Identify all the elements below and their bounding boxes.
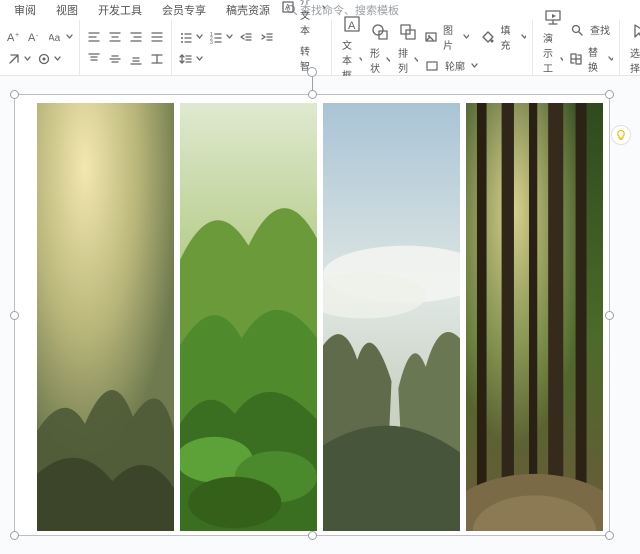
resize-handle-tl[interactable] [10,90,19,99]
chevron-down-icon [322,4,325,11]
fill-icon [481,29,495,45]
image-pane-3[interactable] [323,103,460,531]
image-pane-2[interactable] [180,103,317,531]
shape-button[interactable]: 形状 [366,21,394,75]
align-bottom-button[interactable] [128,51,144,67]
find-icon [569,22,585,38]
align-text-icon: A [281,0,295,15]
select-label: 选择 [630,45,640,75]
slide-canvas[interactable] [0,76,640,554]
outline-button[interactable]: 轮廓 [445,58,465,73]
find-button[interactable]: 查找 [590,22,610,37]
svg-text:A: A [348,20,356,32]
group-select: 选择 [620,20,640,75]
align-justify-button[interactable] [149,29,165,45]
align-center-button[interactable] [107,29,123,45]
selected-object-frame[interactable] [14,94,610,536]
decrease-indent-button[interactable] [238,29,254,45]
numbering-button[interactable]: 123 [208,29,233,45]
tab-gaoke[interactable]: 稿壳资源 [216,2,280,18]
align-left-button[interactable] [86,29,102,45]
clear-format-button[interactable] [6,51,31,67]
shape-label: 形状 [370,45,383,75]
tab-review[interactable]: 审阅 [4,2,46,18]
textbox-button[interactable]: A 文本框 [338,13,366,82]
chevron-down-icon [608,55,613,62]
resize-handle-tm[interactable] [308,90,317,99]
outline-icon [424,58,440,74]
image-pane-1[interactable] [37,103,174,531]
rotation-handle[interactable] [307,67,317,77]
resize-handle-bl[interactable] [10,531,19,540]
align-middle-button[interactable] [107,51,123,67]
chevron-down-icon [463,33,468,40]
svg-text:A: A [285,3,291,12]
svg-text:3: 3 [210,40,213,44]
increase-indent-button[interactable] [259,29,275,45]
group-tools: 演示工具 查找 替换 [533,20,620,75]
image-pane-4[interactable] [466,103,603,531]
fill-button[interactable]: 填充 [500,22,514,52]
lightbulb-icon [615,129,627,141]
svg-text:A: A [28,32,36,44]
image-icon [424,29,438,45]
replace-button[interactable]: 替换 [588,44,602,74]
resize-handle-mr[interactable] [605,311,614,320]
smart-suggestion-button[interactable] [611,125,631,145]
ribbon: A+ A- Aa [0,20,640,76]
svg-text:Aa: Aa [49,33,61,44]
resize-handle-ml[interactable] [10,311,19,320]
svg-text:A: A [7,32,15,44]
align-text-button[interactable]: 对齐文本 [300,0,316,37]
resize-handle-br[interactable] [605,531,614,540]
chevron-down-icon [521,33,526,40]
rotation-stem [312,77,313,91]
group-insert: A 文本框 形状 排列 图片 填充 轮廓 [332,20,533,75]
align-top-button[interactable] [86,51,102,67]
distribute-button[interactable] [149,51,165,67]
arrange-label: 排列 [398,45,411,75]
replace-icon [569,51,583,67]
align-right-button[interactable] [128,29,144,45]
bullets-button[interactable] [178,29,203,45]
image-button[interactable]: 图片 [443,22,457,52]
tab-member[interactable]: 会员专享 [152,2,216,18]
group-paragraph [80,20,172,75]
character-effect-button[interactable] [36,51,61,67]
svg-text:-: - [36,33,39,40]
select-button[interactable]: 选择 [626,21,640,75]
image-row [37,103,603,531]
group-list: 123 A 对齐文本 转智能图形 [172,20,332,75]
increase-font-button[interactable]: A+ [6,29,22,45]
change-case-button[interactable]: Aa [48,29,73,45]
resize-handle-bm[interactable] [308,531,317,540]
tab-view[interactable]: 视图 [46,2,88,18]
resize-handle-tr[interactable] [605,90,614,99]
decrease-font-button[interactable]: A- [27,29,43,45]
arrange-button[interactable]: 排列 [394,21,422,75]
chevron-down-icon [471,62,478,69]
svg-text:+: + [15,32,19,39]
tab-devtools[interactable]: 开发工具 [88,2,152,18]
group-font: A+ A- Aa [0,20,80,75]
line-spacing-button[interactable] [178,51,203,67]
